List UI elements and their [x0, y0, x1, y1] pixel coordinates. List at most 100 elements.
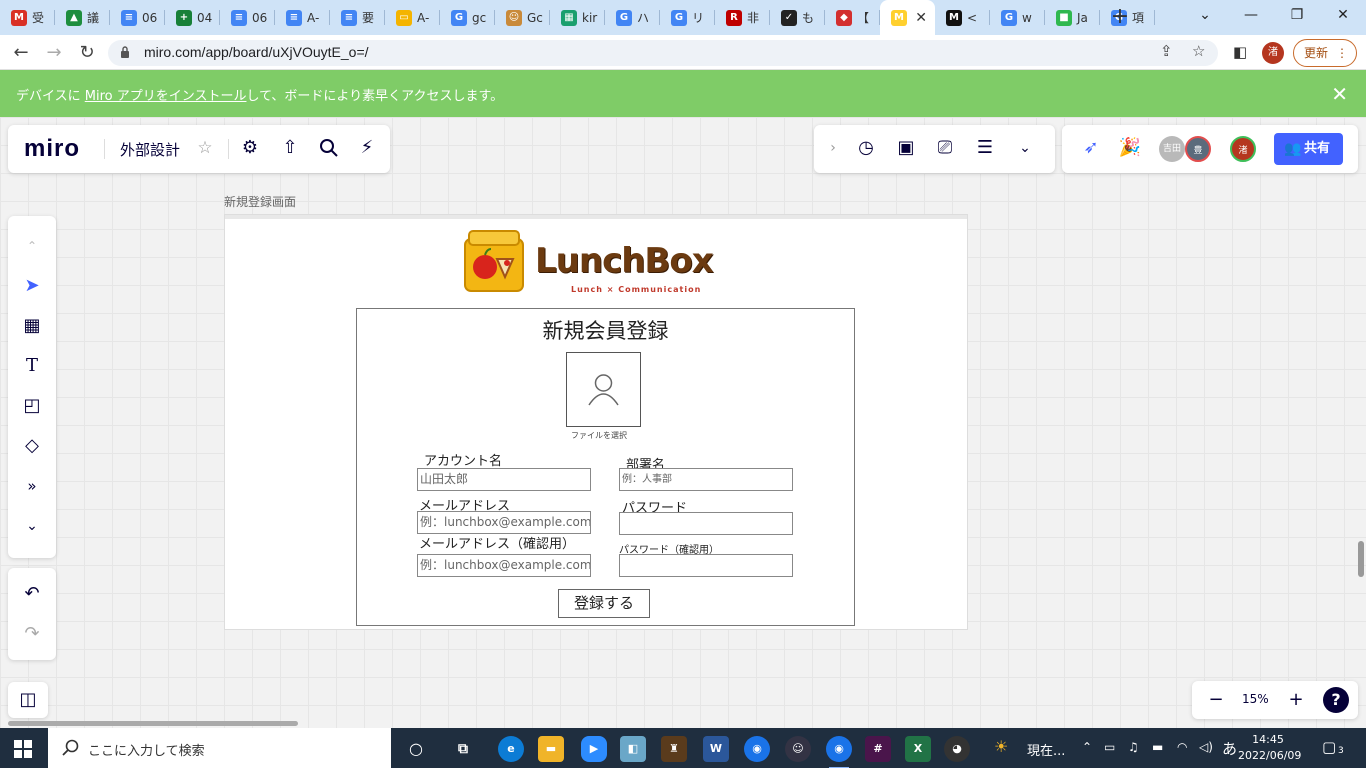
app-icon[interactable]: ◧ — [620, 736, 646, 762]
install-app-link[interactable]: Miro アプリをインストール — [85, 89, 247, 104]
register-button[interactable]: 登録する — [558, 589, 650, 618]
collapse-up-icon[interactable]: ⌃ — [8, 230, 56, 262]
back-icon[interactable]: ← — [8, 40, 34, 66]
edge-icon[interactable]: e — [498, 736, 524, 762]
maximize-button[interactable]: ❐ — [1274, 0, 1320, 30]
board-canvas[interactable]: miro 外部設計 ☆ ⚙ ⇧ ⚡ › ◷ ▣ ⎚ ☰ ⌄ ➶ 🎉 吉田 豊 渚… — [0, 117, 1366, 728]
chevron-right-icon[interactable]: › — [820, 135, 846, 161]
banner-close-icon[interactable]: ✕ — [1331, 82, 1348, 106]
browser-tab[interactable]: M受 — [0, 0, 55, 35]
taskbar-search[interactable]: ここに入力して検索 — [48, 728, 391, 768]
browser-tab[interactable]: Ggc — [440, 0, 495, 35]
task-view-icon[interactable]: ⧉ — [450, 736, 476, 762]
search-icon[interactable] — [316, 135, 342, 161]
gear-icon[interactable]: ⚙ — [237, 135, 263, 161]
password-confirm-field[interactable] — [619, 554, 793, 577]
address-bar[interactable]: miro.com/app/board/uXjVOuytE_o=/ ⇪ ☆ — [108, 40, 1218, 66]
vertical-scrollbar[interactable] — [1358, 541, 1364, 577]
github-icon[interactable]: ◕ — [944, 736, 970, 762]
browser-tab[interactable]: M < — [935, 0, 990, 35]
profile-avatar[interactable]: 渚 — [1262, 42, 1284, 64]
chrome-icon[interactable]: ◉ — [744, 736, 770, 762]
browser-tab[interactable]: +04 — [165, 0, 220, 35]
weather-text[interactable]: 現在... — [1027, 740, 1065, 759]
help-icon[interactable]: ? — [1323, 687, 1349, 713]
browser-tab[interactable]: Gハ — [605, 0, 660, 35]
tab-search-button[interactable]: ⌄ — [1182, 0, 1228, 30]
game-icon[interactable]: ♜ — [661, 736, 687, 762]
zoom-in-icon[interactable]: + — [1283, 687, 1309, 713]
upload-icon[interactable]: ⇧ — [277, 135, 303, 161]
miro-logo[interactable]: miro — [24, 135, 80, 163]
slack-icon[interactable]: # — [865, 736, 891, 762]
undo-icon[interactable]: ↶ — [8, 578, 56, 610]
word-icon[interactable]: W — [703, 736, 729, 762]
browser-tab[interactable]: ▦ kir — [550, 0, 605, 35]
browser-tab[interactable]: R非 — [715, 0, 770, 35]
browser-tab[interactable]: ≡ 06 — [220, 0, 275, 35]
notification-icon[interactable]: ▢ — [1322, 738, 1336, 756]
account-name-field[interactable]: 山田太郎 — [417, 468, 591, 491]
browser-tab[interactable]: M ✕ — [880, 0, 935, 35]
password-field[interactable] — [619, 512, 793, 535]
share-page-icon[interactable]: ⇪ — [1160, 42, 1173, 60]
window-close-button[interactable]: ✕ — [1320, 0, 1366, 30]
windows-start-icon[interactable] — [14, 740, 32, 758]
camera-icon[interactable]: ▭ — [1104, 740, 1115, 754]
frame-title[interactable]: 新規登録画面 — [224, 193, 296, 210]
browser-tab[interactable]: ≡ 06 — [110, 0, 165, 35]
browser-tab[interactable]: Gリ — [660, 0, 715, 35]
update-button[interactable]: 更新 ⋮ — [1293, 39, 1357, 67]
minimize-button[interactable]: — — [1228, 0, 1274, 30]
star-icon[interactable]: ☆ — [192, 135, 218, 161]
horizontal-scrollbar[interactable] — [8, 721, 298, 726]
presentation-icon[interactable]: ⎚ — [932, 135, 958, 161]
timer-icon[interactable]: ◷ — [853, 135, 879, 161]
zoom-level[interactable]: 15% — [1242, 692, 1269, 706]
browser-tab[interactable]: ◆ 【 — [825, 0, 880, 35]
ime-indicator[interactable]: あ — [1222, 738, 1237, 759]
notes-icon[interactable]: ☰ — [972, 135, 998, 161]
templates-icon[interactable]: ▦ — [8, 310, 56, 342]
side-panel-icon[interactable]: ◧ — [1233, 43, 1247, 61]
browser-tab[interactable]: ▭ A- — [385, 0, 440, 35]
board-name[interactable]: 外部設計 — [120, 139, 180, 160]
browser-tab[interactable]: ≡ 要 — [330, 0, 385, 35]
browser-tab[interactable]: ✓ も — [770, 0, 825, 35]
tab-close-icon[interactable]: ✕ — [915, 10, 927, 26]
expand-down-icon[interactable]: ⌄ — [8, 510, 56, 542]
select-tool-icon[interactable]: ➤ — [8, 270, 56, 302]
reload-icon[interactable]: ↻ — [74, 40, 100, 66]
file-explorer-icon[interactable]: ▬ — [538, 736, 564, 762]
email-field[interactable]: 例：lunchbox@example.com — [417, 511, 591, 534]
card-icon[interactable]: ▣ — [893, 135, 919, 161]
weather-icon[interactable]: ☀ — [994, 737, 1008, 756]
battery-icon[interactable]: ▬ — [1152, 740, 1163, 754]
file-select-label[interactable]: ファイルを選択 — [571, 430, 627, 441]
avatar[interactable]: 豊 — [1185, 136, 1211, 162]
share-button[interactable]: 👥 共有 — [1274, 133, 1343, 165]
plugin-icon[interactable]: ⚡ — [354, 135, 380, 161]
browser-tab[interactable]: ■ Ja — [1045, 0, 1100, 35]
tray-expand-icon[interactable]: ⌃ — [1082, 740, 1092, 754]
bookmark-star-icon[interactable]: ☆ — [1192, 42, 1205, 60]
zoom-out-icon[interactable]: − — [1203, 687, 1229, 713]
profile-photo-upload[interactable] — [566, 352, 641, 427]
app-icon[interactable]: ☺ — [785, 736, 811, 762]
sticky-note-icon[interactable]: ◰ — [8, 390, 56, 422]
volume-icon[interactable]: ◁) — [1199, 740, 1213, 754]
browser-tab[interactable]: ☺ Gc — [495, 0, 550, 35]
department-field[interactable]: 例：人事部 — [619, 468, 793, 491]
forward-icon[interactable]: → — [41, 40, 67, 66]
redo-icon[interactable]: ↷ — [8, 618, 56, 650]
browser-tab[interactable]: Gw — [990, 0, 1045, 35]
avatar[interactable]: 吉田 — [1159, 136, 1185, 162]
zoom-icon[interactable]: ▶ — [581, 736, 607, 762]
chevron-double-down-icon[interactable]: ⌄ — [1012, 135, 1038, 161]
avatar[interactable]: 渚 — [1230, 136, 1256, 162]
text-tool-icon[interactable]: T — [8, 350, 56, 382]
wifi-icon[interactable]: ◠ — [1177, 740, 1187, 754]
shapes-icon[interactable]: ◇ — [8, 430, 56, 462]
email-confirm-field[interactable]: 例：lunchbox@example.com — [417, 554, 591, 577]
browser-tab[interactable]: ≡ A- — [275, 0, 330, 35]
